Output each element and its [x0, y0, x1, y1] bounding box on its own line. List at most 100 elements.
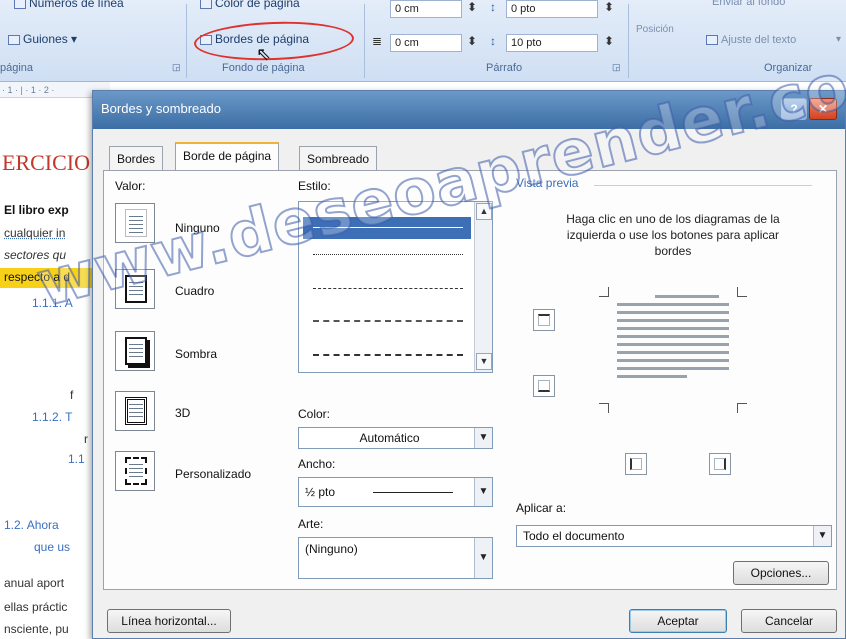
page-line: [129, 232, 143, 233]
text-wrap-dropdown-icon[interactable]: ▾: [836, 34, 841, 45]
space-before-field[interactable]: 0 pto: [506, 0, 598, 18]
doc-line: anual aport: [4, 576, 65, 590]
help-button[interactable]: ?: [781, 98, 807, 120]
page-thumb: [125, 397, 147, 425]
color-select[interactable]: Automático ▼: [298, 427, 493, 449]
top-border-icon: [538, 314, 550, 326]
style-long-dashed-line[interactable]: [313, 320, 463, 322]
page-line: [129, 412, 143, 413]
preview-label: Vista previa: [516, 176, 579, 190]
page-color-button[interactable]: Color de página: [200, 0, 300, 10]
indent-right-spinner-icon[interactable]: ⬍: [467, 34, 477, 48]
setting-3d-label[interactable]: 3D: [175, 406, 190, 420]
art-select[interactable]: (Ninguno) ▼: [298, 537, 493, 579]
position-button[interactable]: Posición: [636, 24, 674, 35]
setting-custom-icon[interactable]: [115, 451, 155, 491]
page-preview[interactable]: [599, 287, 747, 413]
doc-list-item: que us: [34, 540, 71, 554]
scroll-down-icon[interactable]: ▼: [476, 353, 492, 370]
ribbon-separator: [364, 4, 365, 78]
ribbon: Números de línea Guiones ▾ página ◲ Colo…: [0, 0, 846, 82]
space-before-spinner-icon[interactable]: ⬍: [604, 0, 614, 14]
close-button[interactable]: ✕: [809, 98, 837, 120]
width-label: Ancho:: [298, 457, 336, 471]
style-dashed-line[interactable]: [313, 288, 463, 289]
page-line: [129, 468, 143, 469]
ribbon-separator: [186, 4, 187, 78]
tab-shading[interactable]: Sombreado: [299, 146, 378, 170]
style-dotted-line[interactable]: [313, 254, 463, 255]
page-line: [129, 220, 143, 221]
page-line: [129, 464, 143, 465]
mouse-cursor-icon: ⇖: [256, 44, 272, 64]
preview-text-line: [617, 311, 729, 314]
paragraph-group-launcher-icon[interactable]: ◲: [612, 62, 621, 73]
left-border-icon: [630, 458, 642, 470]
setting-none-label[interactable]: Ninguno: [175, 221, 220, 235]
page-line: [129, 294, 143, 295]
preview-text-line: [617, 375, 687, 378]
ok-button[interactable]: Aceptar: [629, 609, 727, 633]
bottom-border-icon: [538, 380, 550, 392]
setting-shadow-icon[interactable]: [115, 331, 155, 371]
horizontal-line-button[interactable]: Línea horizontal...: [107, 609, 231, 633]
space-after-spinner-icon[interactable]: ⬍: [604, 34, 614, 48]
page-line: [129, 216, 143, 217]
doc-heading: ERCICIO: [2, 150, 90, 175]
top-border-button[interactable]: [533, 309, 555, 331]
width-select[interactable]: ½ pto ▼: [298, 477, 493, 507]
style-list[interactable]: ▲ ▼: [298, 201, 493, 373]
apply-to-value: Todo el documento: [523, 529, 625, 543]
preview-divider: [594, 185, 812, 186]
page-group-launcher-icon[interactable]: ◲: [172, 62, 181, 73]
right-border-icon: [714, 458, 726, 470]
preview-text-line: [617, 367, 729, 370]
apply-to-select[interactable]: Todo el documento ▼: [516, 525, 832, 547]
indent-left-spinner-icon[interactable]: ⬍: [467, 0, 477, 14]
art-select-value: (Ninguno): [305, 542, 358, 556]
send-to-back-button[interactable]: Enviar al fondo: [712, 0, 785, 8]
chevron-down-icon[interactable]: ▼: [813, 526, 831, 546]
setting-box-label[interactable]: Cuadro: [175, 284, 214, 298]
scroll-up-icon[interactable]: ▲: [476, 203, 492, 220]
dialog-title: Bordes y sombreado: [93, 91, 845, 129]
preview-text-line: [617, 359, 729, 362]
text-wrap-button[interactable]: Ajuste del texto: [706, 34, 796, 46]
cancel-button[interactable]: Cancelar: [741, 609, 837, 633]
indent-right-field[interactable]: 0 cm: [390, 34, 462, 52]
style-scrollbar[interactable]: ▲ ▼: [474, 202, 492, 372]
left-border-button[interactable]: [625, 453, 647, 475]
options-button[interactable]: Opciones...: [733, 561, 829, 585]
indent-left-field[interactable]: 0 cm: [390, 0, 462, 18]
space-after-field[interactable]: 10 pto: [506, 34, 598, 52]
tab-page-border[interactable]: Borde de página: [175, 142, 280, 170]
chevron-down-icon[interactable]: ▼: [474, 478, 492, 506]
page-group-label: página: [0, 62, 34, 74]
chevron-down-icon[interactable]: ▼: [474, 538, 492, 578]
color-label: Color:: [298, 407, 331, 421]
setting-shadow-label[interactable]: Sombra: [175, 347, 217, 361]
style-label: Estilo:: [298, 179, 331, 193]
paragraph-group-label: Párrafo: [486, 62, 523, 74]
hyphenation-button[interactable]: Guiones ▾: [8, 32, 77, 46]
page-line: [129, 408, 143, 409]
doc-list-item: 1.1.2. T: [32, 410, 73, 424]
page-thumb: [125, 457, 147, 485]
preview-text-line: [617, 351, 729, 354]
page-line: [129, 472, 143, 473]
style-selected-row[interactable]: [303, 217, 471, 239]
width-select-value: ½ pto: [305, 485, 336, 499]
chevron-down-icon[interactable]: ▼: [474, 428, 492, 448]
setting-3d-icon[interactable]: [115, 391, 155, 431]
width-sample-line: [373, 492, 453, 493]
style-dash-dot-line[interactable]: [313, 354, 463, 356]
page-line: [129, 356, 143, 357]
art-label: Arte:: [298, 517, 324, 531]
bottom-border-button[interactable]: [533, 375, 555, 397]
setting-box-icon[interactable]: [115, 269, 155, 309]
line-numbers-button[interactable]: Números de línea: [14, 0, 124, 10]
setting-custom-label[interactable]: Personalizado: [175, 467, 251, 481]
tab-borders[interactable]: Bordes: [109, 146, 164, 170]
right-border-button[interactable]: [709, 453, 731, 475]
setting-none-icon[interactable]: [115, 203, 155, 243]
